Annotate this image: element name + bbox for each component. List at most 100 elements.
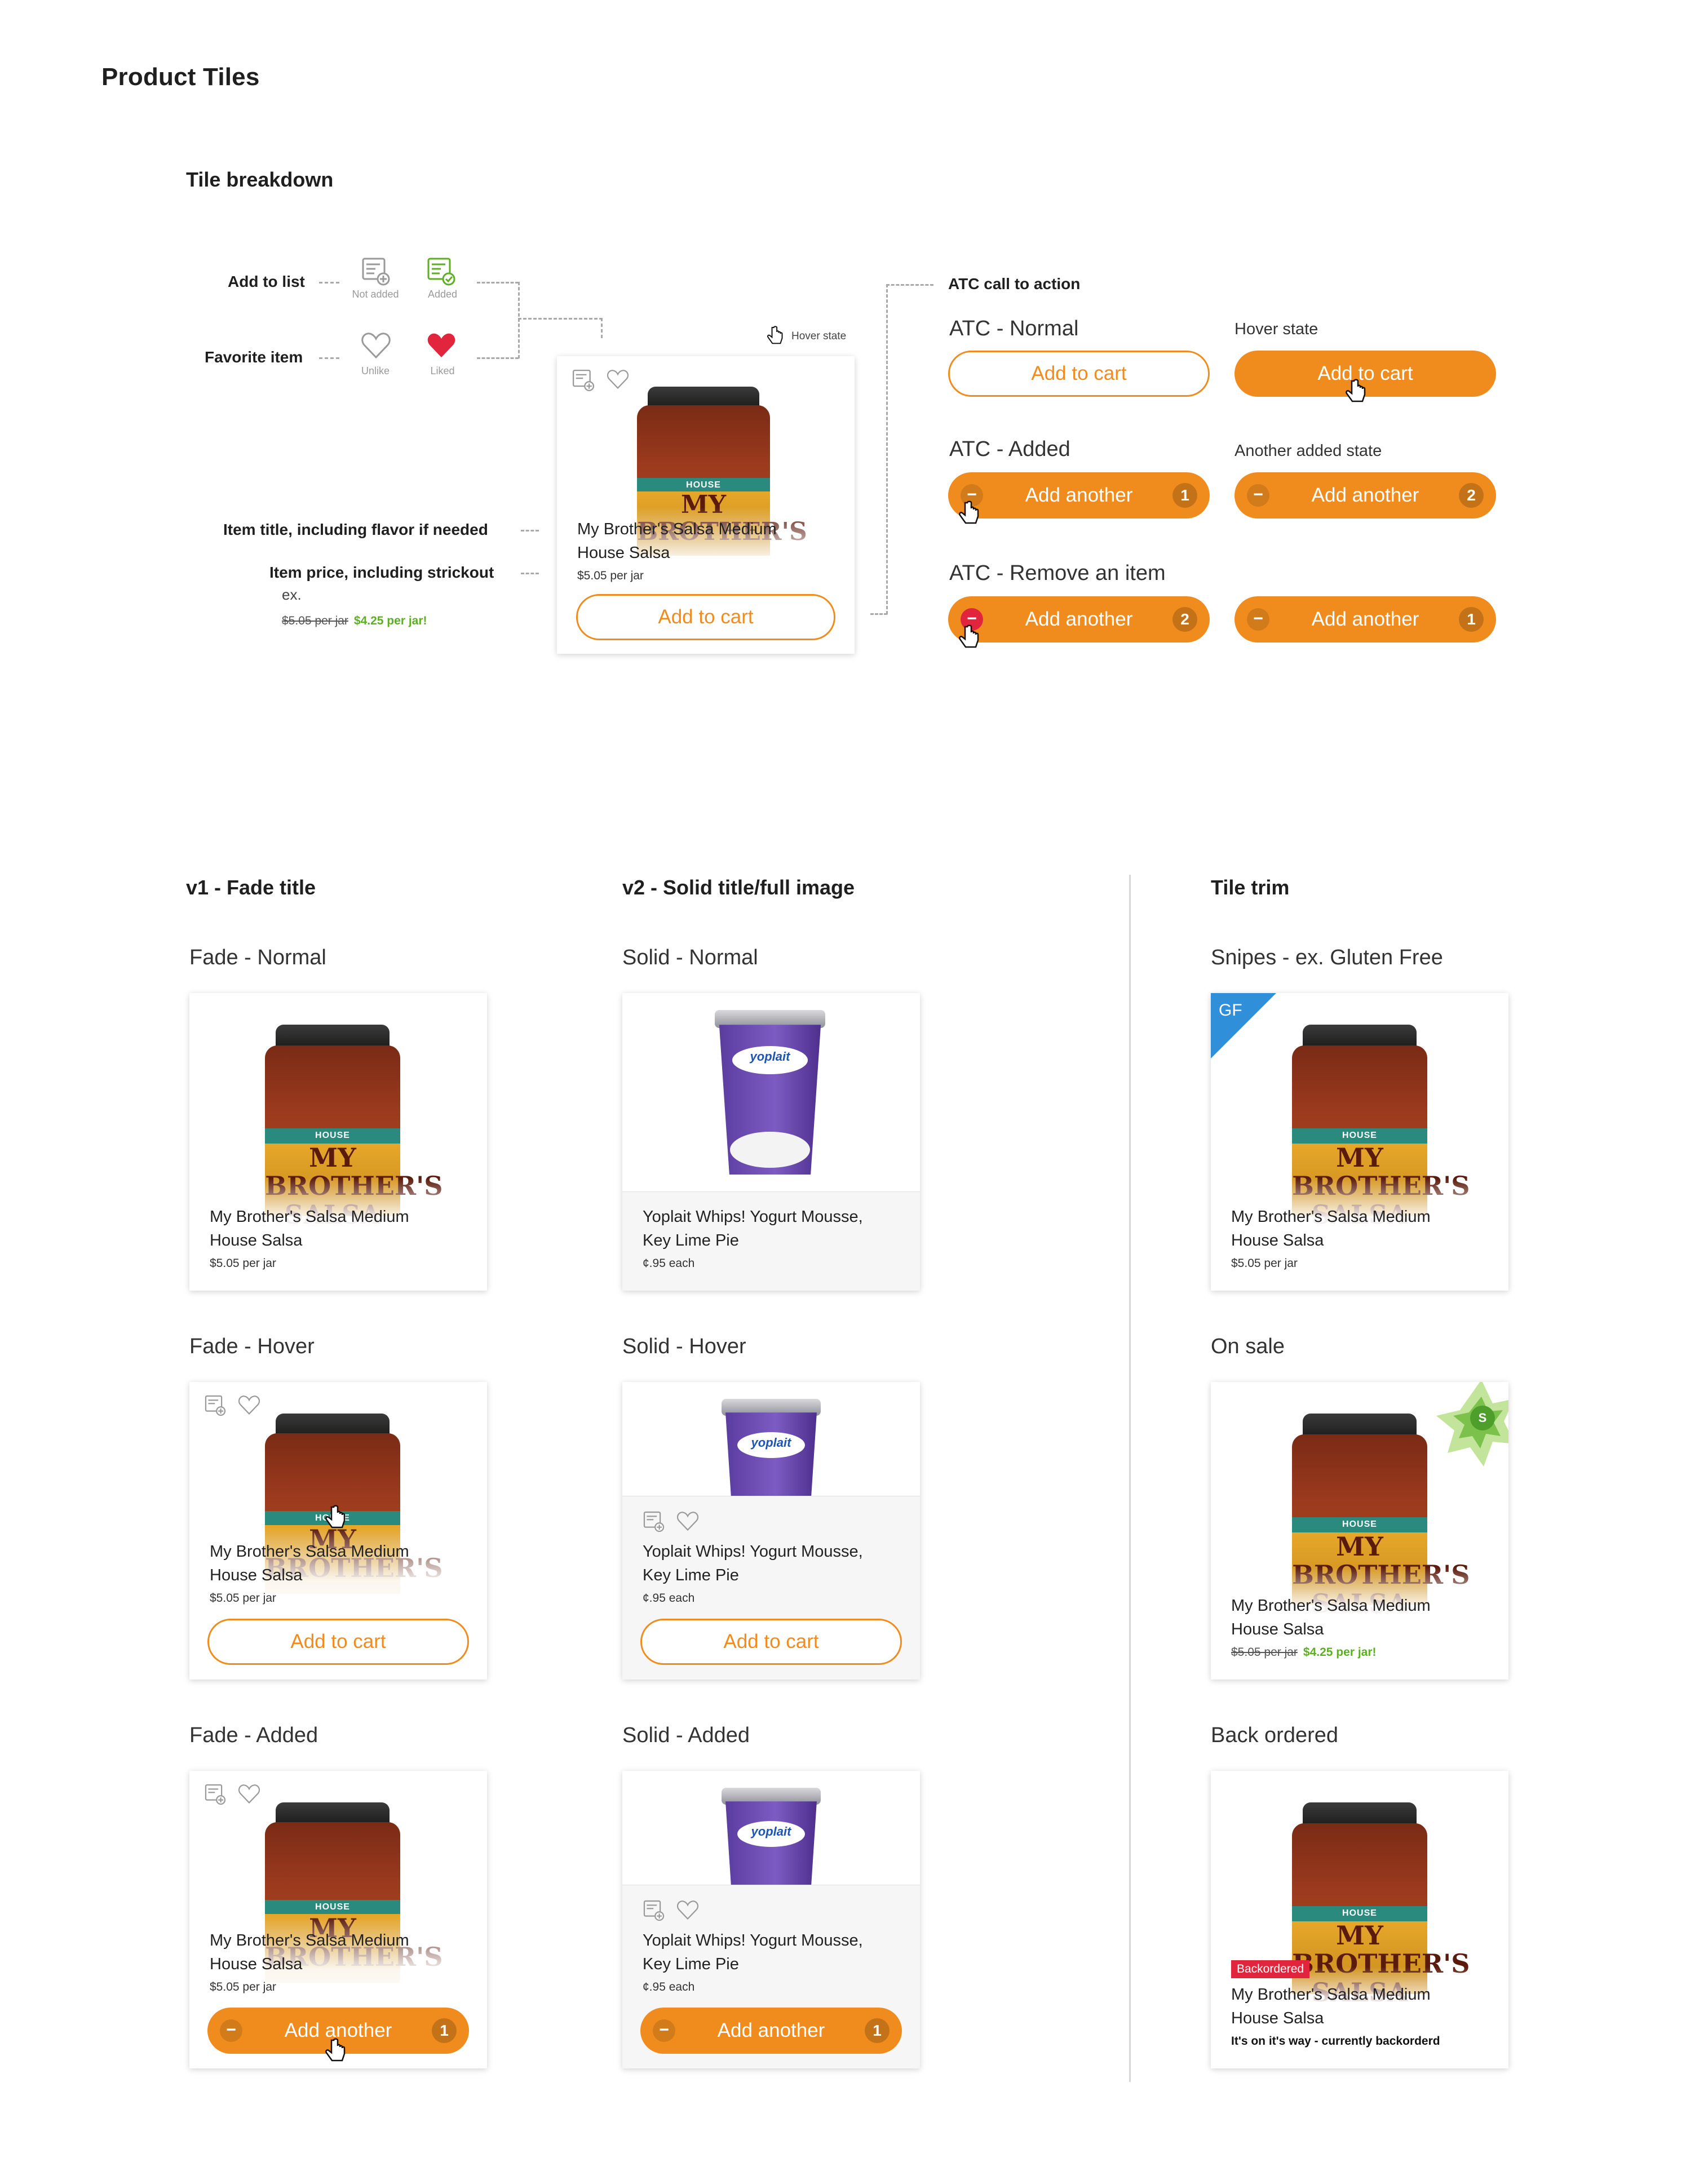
hand-cursor-icon — [767, 326, 783, 344]
tile-price: $5.05 per jar — [210, 1257, 276, 1270]
add-to-cart-button[interactable]: Add to cart — [576, 594, 835, 640]
tile-title: My Brother's Salsa Medium House Salsa — [210, 1543, 409, 1584]
tile-price: $5.05 per jar — [577, 569, 644, 582]
atc-added-button[interactable]: − Add another 1 — [948, 472, 1210, 519]
tile-title: My Brother's Salsa Medium House Salsa — [1231, 1986, 1431, 2027]
hand-cursor-icon — [325, 2038, 346, 2062]
v1-heading: v1 - Fade title — [186, 876, 316, 899]
solid-hover-tile[interactable]: yoplait Yoplait Whips! Yogurt Mousse, Ke… — [622, 1382, 920, 1680]
solid-normal-tile[interactable]: yoplait Yoplait Whips! Yogurt Mousse, Ke… — [622, 993, 920, 1291]
add-to-cart-button[interactable]: Add to cart — [640, 1619, 902, 1665]
fade-normal-label: Fade - Normal — [189, 946, 326, 969]
sale-price: $4.25 per jar! — [1303, 1646, 1377, 1659]
tile-title: My Brother's Salsa Medium House Salsa — [1231, 1208, 1431, 1250]
on-sale-tile[interactable]: HOUSE MY BROTHER'SSALSA S My Brother's S… — [1211, 1382, 1508, 1680]
old-price: $5.05 per jar — [282, 614, 348, 627]
item-price-annotation: Item price, including strickout — [269, 564, 494, 581]
atc-normal-button[interactable]: Add to cart — [948, 351, 1210, 397]
added-caption: Added — [427, 289, 458, 300]
fade-normal-tile[interactable]: HOUSE MY BROTHER'SSALSA My Brother's Sal… — [189, 993, 487, 1291]
add-another-text: Add another — [717, 2019, 825, 2041]
tile-price: $5.05 per jar — [1231, 1257, 1298, 1270]
item-title-annotation: Item title, including flavor if needed — [223, 521, 488, 538]
heart-outline-icon[interactable] — [238, 1783, 260, 1805]
hand-cursor-icon — [1346, 379, 1366, 402]
tile-title: Yoplait Whips! Yogurt Mousse, Key Lime P… — [643, 1543, 863, 1584]
star-badge-icon — [1436, 1382, 1508, 1466]
list-add-icon — [362, 258, 390, 286]
solid-hover-label: Solid - Hover — [622, 1335, 746, 1358]
fade-hover-label: Fade - Hover — [189, 1335, 315, 1358]
list-add-icon[interactable] — [643, 1510, 665, 1533]
atc-call-to-action-label: ATC call to action — [948, 275, 1081, 293]
quantity-badge: 1 — [432, 2018, 457, 2043]
fade-added-tile[interactable]: HOUSE MY BROTHER'S My Brother's Salsa Me… — [189, 1771, 487, 2068]
minus-icon[interactable]: − — [1247, 608, 1269, 631]
tile-price: ¢.95 each — [643, 1592, 695, 1605]
minus-icon[interactable]: − — [653, 2019, 675, 2042]
heart-filled-icon — [427, 333, 455, 357]
atc-normal-label: ATC - Normal — [949, 317, 1079, 340]
backordered-tile[interactable]: HOUSE MY BROTHER'SSALSA Backordered My B… — [1211, 1771, 1508, 2068]
quantity-badge: 1 — [1172, 483, 1197, 508]
hand-cursor-icon — [959, 624, 979, 648]
unlike-caption: Unlike — [361, 365, 390, 376]
sale-badge: S — [1470, 1406, 1495, 1430]
list-add-icon[interactable] — [643, 1899, 665, 1922]
atc-added-text: Add another — [1025, 484, 1133, 506]
sale-price: $4.25 per jar! — [353, 614, 427, 627]
add-to-list-label: Add to list — [228, 273, 305, 290]
minus-icon[interactable]: − — [1247, 484, 1269, 507]
tile-title: My Brother's Salsa Medium House Salsa — [577, 520, 777, 562]
minus-icon[interactable]: − — [220, 2019, 242, 2042]
tile-price: $5.05 per jar — [210, 1592, 276, 1605]
atc-remove-button[interactable]: − Add another 2 — [948, 596, 1210, 643]
back-ordered-label: Back ordered — [1211, 1723, 1339, 1747]
fade-hover-tile[interactable]: HOUSE MY BROTHER'S My Brother's Salsa Me… — [189, 1382, 487, 1680]
tile-price: $5.05 per jar — [210, 1981, 276, 1993]
tile-price: ¢.95 each — [643, 1981, 695, 1993]
yogurt-cup-image: yoplait — [715, 1010, 825, 1175]
hand-cursor-icon — [325, 1505, 346, 1528]
atc-another-text: Add another — [1311, 484, 1419, 506]
not-added-caption: Not added — [352, 289, 399, 300]
snipes-label: Snipes - ex. Gluten Free — [1211, 946, 1443, 969]
breakdown-heading: Tile breakdown — [186, 168, 334, 191]
favorite-label: Favorite item — [205, 348, 303, 366]
trim-heading: Tile trim — [1211, 876, 1290, 899]
quantity-badge: 2 — [1459, 483, 1484, 508]
tile-title: My Brother's Salsa Medium House Salsa — [1231, 1597, 1431, 1638]
add-another-button[interactable]: − Add another 1 — [640, 2008, 902, 2054]
list-added-icon — [427, 258, 455, 286]
add-to-cart-button[interactable]: Add to cart — [207, 1619, 469, 1665]
heart-outline-icon — [361, 333, 391, 359]
atc-remove-label: ATC - Remove an item — [949, 561, 1166, 585]
heart-outline-icon[interactable] — [607, 369, 629, 390]
snipe-tile[interactable]: GF HOUSE MY BROTHER'SSALSA My Brother's … — [1211, 993, 1508, 1291]
atc-another-button[interactable]: − Add another 2 — [1234, 472, 1496, 519]
v2-heading: v2 - Solid title/full image — [622, 876, 855, 899]
gf-badge-text: GF — [1219, 1001, 1242, 1020]
salsa-jar-image: HOUSE MY BROTHER'SSALSA — [1292, 1802, 1470, 2006]
solid-normal-label: Solid - Normal — [622, 946, 758, 969]
old-price: $5.05 per jar — [1231, 1646, 1298, 1659]
liked-caption: Liked — [430, 365, 455, 376]
tile-title: Yoplait Whips! Yogurt Mousse, Key Lime P… — [643, 1208, 863, 1250]
quantity-badge: 1 — [865, 2018, 890, 2043]
tile-title: Yoplait Whips! Yogurt Mousse, Key Lime P… — [643, 1931, 863, 1973]
tile-sale-price: $5.05 per jar $4.25 per jar! — [1231, 1646, 1377, 1659]
fade-added-label: Fade - Added — [189, 1723, 318, 1747]
heart-outline-icon[interactable] — [676, 1510, 699, 1532]
quantity-badge: 1 — [1459, 607, 1484, 632]
tile-title: My Brother's Salsa Medium House Salsa — [210, 1208, 409, 1250]
heart-outline-icon[interactable] — [676, 1899, 699, 1921]
list-add-icon[interactable] — [204, 1394, 227, 1417]
list-add-icon[interactable] — [572, 369, 595, 392]
tile-title: My Brother's Salsa Medium House Salsa — [210, 1931, 409, 1973]
solid-added-tile[interactable]: yoplait Yoplait Whips! Yogurt Mousse, Ke… — [622, 1771, 920, 2068]
list-add-icon[interactable] — [204, 1783, 227, 1806]
breakdown-tile[interactable]: HOUSE MY BROTHER'S My Brother's Salsa Me… — [557, 356, 855, 654]
heart-outline-icon[interactable] — [238, 1394, 260, 1416]
atc-removed-button[interactable]: − Add another 1 — [1234, 596, 1496, 643]
atc-removed-text: Add another — [1311, 608, 1419, 630]
